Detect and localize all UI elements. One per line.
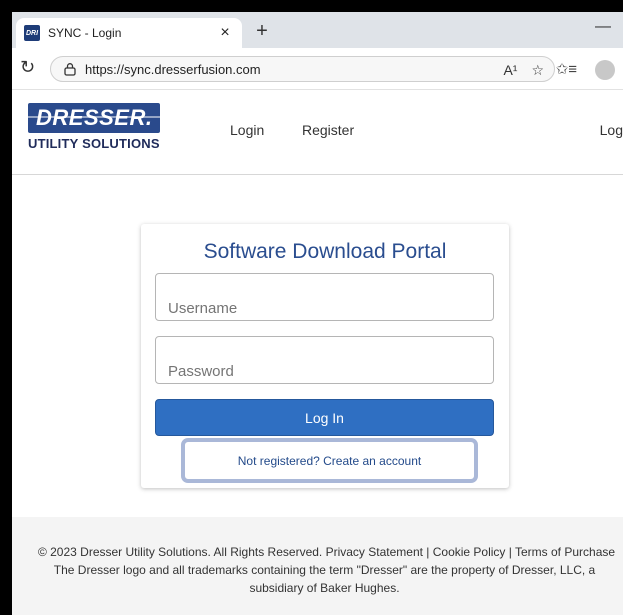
browser-toolbar: ↻ https://sync.dresserfusion.com A¹ ☆ ✩≡ xyxy=(12,48,623,90)
site-header: DRESSER. UTILITY SOLUTIONS Login Registe… xyxy=(12,91,623,175)
url-text: https://sync.dresserfusion.com xyxy=(85,61,261,77)
logo-subtitle: UTILITY SOLUTIONS xyxy=(28,136,160,151)
favicon-icon: DRI xyxy=(24,25,40,41)
close-tab-icon[interactable]: × xyxy=(216,24,234,42)
dresser-logo[interactable]: DRESSER. UTILITY SOLUTIONS xyxy=(28,103,176,155)
site-footer: © 2023 Dresser Utility Solutions. All Ri… xyxy=(12,517,623,615)
new-tab-icon[interactable]: + xyxy=(250,20,274,43)
reload-icon[interactable]: ↻ xyxy=(20,57,35,78)
login-button[interactable]: Log In xyxy=(155,399,494,436)
favorite-star-icon[interactable]: ☆ xyxy=(531,62,544,79)
footer-copyright: © 2023 Dresser Utility Solutions. All Ri… xyxy=(37,545,616,559)
footer-trademark: The Dresser logo and all trademarks cont… xyxy=(53,563,596,577)
create-account-label: Not registered? Create an account xyxy=(237,453,422,468)
profile-icon[interactable] xyxy=(595,60,615,80)
page-title: Software Download Portal xyxy=(203,240,447,263)
login-card: Software Download Portal Log In Not regi… xyxy=(141,224,509,488)
logo-wordmark: DRESSER. xyxy=(28,103,160,133)
tab-strip: DRI SYNC - Login × + — xyxy=(12,12,623,48)
password-input[interactable] xyxy=(155,336,494,384)
nav-login-right-link[interactable]: Log xyxy=(600,122,623,138)
lock-icon[interactable] xyxy=(63,62,77,76)
footer-subsidiary: subsidiary of Baker Hughes. xyxy=(249,581,400,595)
read-aloud-icon[interactable]: A¹ xyxy=(503,62,517,79)
favorites-icon[interactable]: ✩≡ xyxy=(556,60,577,80)
nav-register-link[interactable]: Register xyxy=(302,122,354,138)
minimize-icon[interactable]: — xyxy=(595,18,611,36)
address-bar[interactable]: https://sync.dresserfusion.com A¹ ☆ xyxy=(50,56,555,82)
username-input[interactable] xyxy=(155,273,494,321)
tab-title: SYNC - Login xyxy=(48,26,122,40)
nav-login-link[interactable]: Login xyxy=(230,122,264,138)
browser-tab[interactable]: DRI SYNC - Login × xyxy=(16,18,242,48)
create-account-link[interactable]: Not registered? Create an account xyxy=(181,438,478,483)
